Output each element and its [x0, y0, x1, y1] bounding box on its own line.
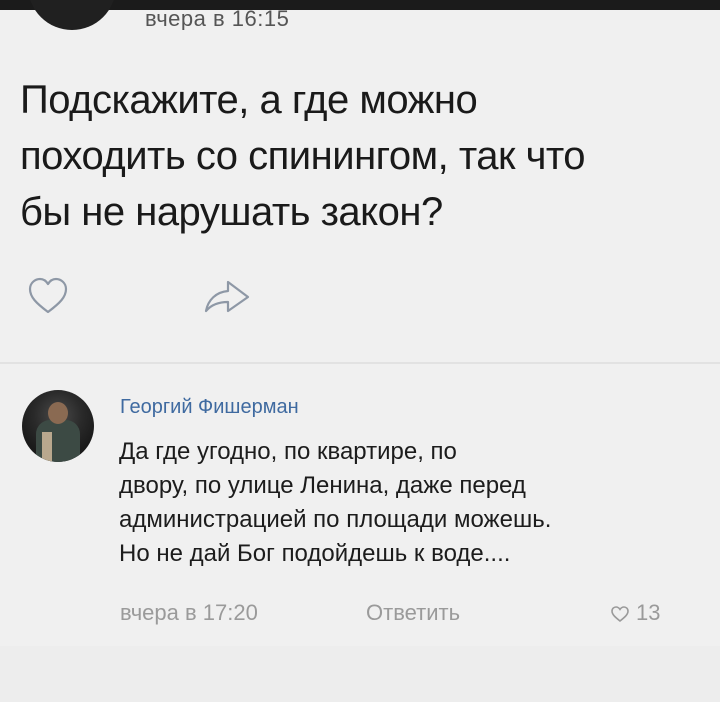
comment-author-name[interactable]: Георгий Фишерман — [120, 396, 299, 419]
post-actions — [26, 276, 326, 316]
bottom-area — [0, 646, 720, 702]
post-text-line: походить со спинингом, так что — [20, 134, 586, 178]
comment-timestamp: вчера в 17:20 — [120, 600, 258, 625]
post-text: Подскажите, а где можно походить со спин… — [20, 72, 700, 240]
share-arrow-icon[interactable] — [202, 278, 252, 316]
screenshot-frame: вчера в 16:15 Подскажите, а где можно по… — [0, 0, 720, 702]
comment-text-line: Но не дай Бог подойдешь к воде.... — [119, 540, 511, 567]
post-header: вчера в 16:15 — [0, 0, 720, 30]
reply-button[interactable]: Ответить — [366, 600, 460, 626]
comment-text: Да где угодно, по квартире, по двору, по… — [119, 435, 709, 571]
post-author-avatar[interactable] — [28, 0, 116, 30]
post-text-line: бы не нарушать закон? — [20, 190, 443, 234]
post-timestamp: вчера в 16:15 — [145, 6, 290, 30]
comment-like-count: 13 — [636, 600, 661, 625]
comment-text-line: двору, по улице Ленина, даже перед — [119, 472, 526, 499]
post-text-line: Подскажите, а где можно — [20, 78, 478, 122]
divider — [0, 362, 720, 364]
comment-like-button[interactable]: 13 — [610, 600, 660, 626]
comment-author-avatar[interactable] — [22, 390, 94, 462]
heart-outline-icon — [611, 606, 629, 623]
comment-text-line: Да где угодно, по квартире, по — [119, 438, 457, 465]
comment-meta: вчера в 17:20 Ответить 13 — [120, 600, 690, 630]
heart-outline-icon[interactable] — [26, 276, 70, 316]
comment-text-line: администрацией по площади можешь. — [119, 506, 552, 533]
